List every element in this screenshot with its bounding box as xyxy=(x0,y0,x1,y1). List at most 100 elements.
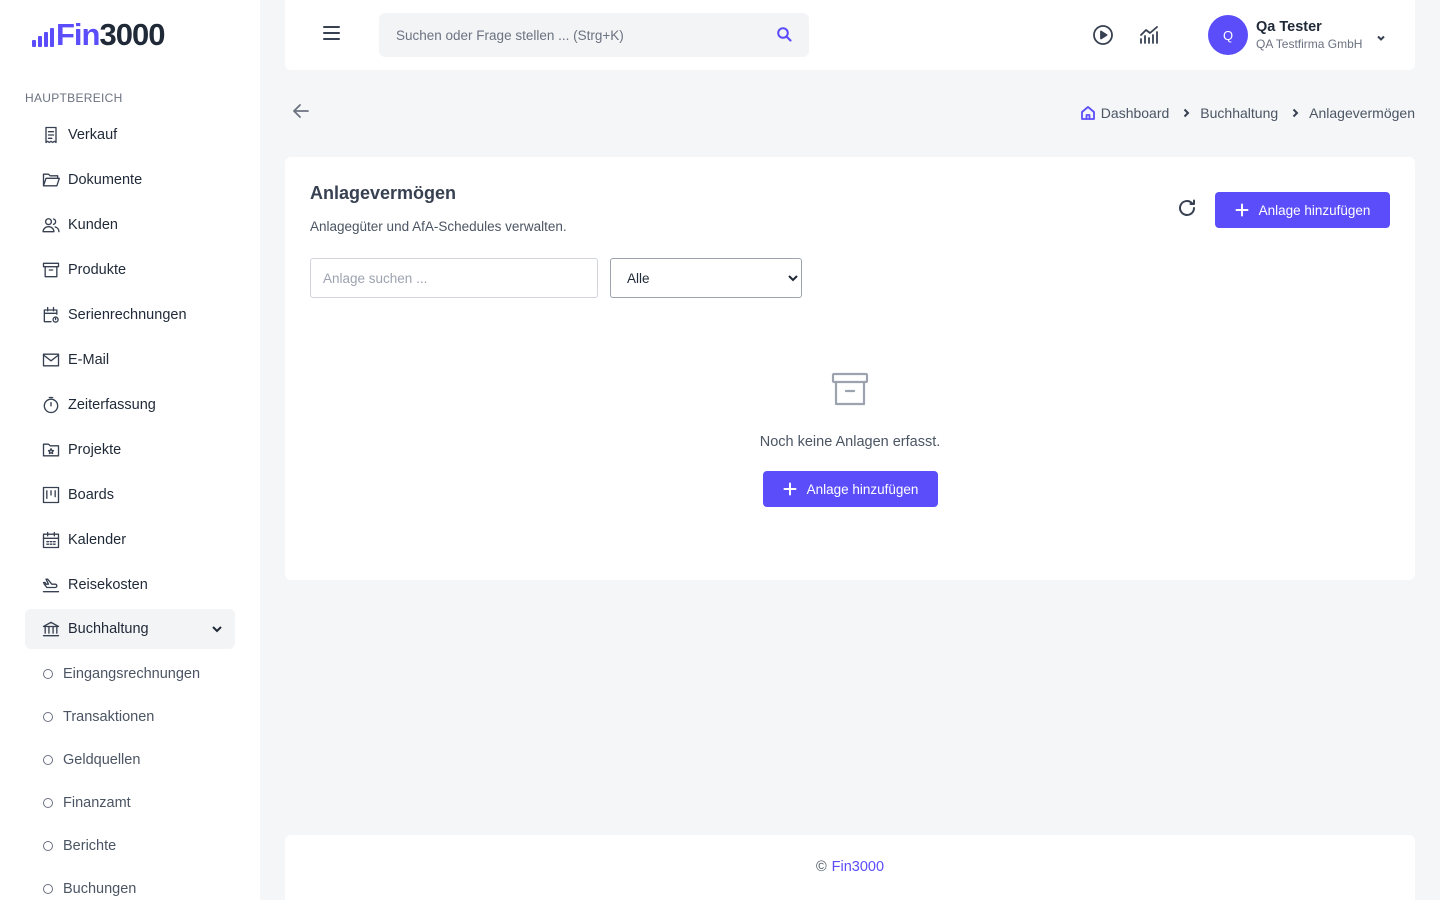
sidebar-subitem-label: Eingangsrechnungen xyxy=(63,665,201,682)
avatar: Q xyxy=(1208,15,1248,55)
global-search-input[interactable] xyxy=(379,27,759,43)
sidebar-subitem-label: Buchungen xyxy=(63,880,137,897)
sidebar-subitem-eingangsrechnungen[interactable]: Eingangsrechnungen xyxy=(25,652,235,695)
chevron-down-icon xyxy=(211,623,223,635)
add-asset-button[interactable]: Anlage hinzufügen xyxy=(1215,192,1390,228)
sidebar-item-label: Kunden xyxy=(68,216,118,233)
archive-icon xyxy=(828,368,872,412)
sidebar-item-label: E-Mail xyxy=(68,351,110,368)
sidebar-item-label: Zeiterfassung xyxy=(68,396,156,413)
top-header: Q Qa Tester QA Testfirma GmbH xyxy=(285,0,1415,70)
sidebar-item-label: Reisekosten xyxy=(68,576,148,593)
breadcrumb-buchhaltung[interactable]: Buchhaltung xyxy=(1200,105,1278,121)
sidebar-subitem-geldquellen[interactable]: Geldquellen xyxy=(25,738,235,781)
circle-icon xyxy=(43,797,53,808)
sidebar-item-buchhaltung[interactable]: Buchhaltung xyxy=(25,609,235,649)
sidebar-item-label: Serienrechnungen xyxy=(68,306,187,323)
chevron-right-icon xyxy=(1181,108,1191,118)
sidebar-subitem-berichte[interactable]: Berichte xyxy=(25,824,235,867)
sidebar-item-kunden[interactable]: Kunden xyxy=(25,202,235,247)
sidebar-subitem-label: Berichte xyxy=(63,837,117,854)
asset-filter-select[interactable]: Alle xyxy=(610,258,802,298)
kanban-icon xyxy=(40,484,62,506)
user-menu[interactable]: Q Qa Tester QA Testfirma GmbH xyxy=(1208,15,1386,55)
sidebar-item-dokumente[interactable]: Dokumente xyxy=(25,157,235,202)
global-search xyxy=(379,13,809,57)
back-arrow-icon[interactable] xyxy=(290,100,312,122)
sidebar-nav: Verkauf Dokumente Kunden Produkte Serien… xyxy=(25,112,235,900)
empty-add-asset-button-label: Anlage hinzufügen xyxy=(806,481,919,497)
sidebar-item-label: Dokumente xyxy=(68,171,143,188)
circle-icon xyxy=(43,754,53,765)
sidebar-item-label: Verkauf xyxy=(68,126,118,143)
user-company: QA Testfirma GmbH xyxy=(1256,36,1363,51)
sidebar-item-projekte[interactable]: Projekte xyxy=(25,427,235,472)
circle-icon xyxy=(43,668,53,679)
sidebar-item-label: Boards xyxy=(68,486,114,503)
sidebar-subitem-label: Geldquellen xyxy=(63,751,141,768)
breadcrumb: Dashboard Buchhaltung Anlagevermögen xyxy=(1080,105,1415,121)
app-logo[interactable]: Fin3000 xyxy=(32,17,166,52)
archive-icon xyxy=(40,259,62,281)
breadcrumb-current: Anlagevermögen xyxy=(1309,105,1415,121)
sidebar-item-produkte[interactable]: Produkte xyxy=(25,247,235,292)
sidebar-subitem-buchungen[interactable]: Buchungen xyxy=(25,867,235,900)
circle-icon xyxy=(43,840,53,851)
refresh-icon[interactable] xyxy=(1175,196,1199,220)
sidebar-item-label: Buchhaltung xyxy=(68,621,149,637)
mail-icon xyxy=(40,349,62,371)
breadcrumb-dashboard[interactable]: Dashboard xyxy=(1101,105,1170,121)
menu-toggle-icon[interactable] xyxy=(323,26,341,44)
users-icon xyxy=(40,214,62,236)
stopwatch-icon xyxy=(40,394,62,416)
logo-text: Fin3000 xyxy=(56,17,166,52)
assets-card: Anlagevermögen Anlagegüter und AfA-Sched… xyxy=(285,157,1415,580)
empty-add-asset-button[interactable]: Anlage hinzufügen xyxy=(763,471,938,507)
chevron-down-icon xyxy=(1376,30,1386,41)
sidebar-item-serienrechnungen[interactable]: Serienrechnungen xyxy=(25,292,235,337)
sidebar-item-kalender[interactable]: Kalender xyxy=(25,517,235,562)
page-subtitle: Anlagegüter und AfA-Schedules verwalten. xyxy=(310,219,567,234)
circle-icon xyxy=(43,883,53,894)
chevron-right-icon xyxy=(1290,108,1300,118)
circle-icon xyxy=(43,711,53,722)
sidebar-item-boards[interactable]: Boards xyxy=(25,472,235,517)
sidebar-item-label: Kalender xyxy=(68,531,127,548)
sidebar-item-label: Produkte xyxy=(68,261,127,278)
home-icon xyxy=(1080,105,1096,121)
logo-bars-icon xyxy=(32,26,54,50)
copyright-symbol: © xyxy=(815,859,827,875)
logo-prefix: Fin xyxy=(56,17,100,52)
sidebar-subitem-label: Finanzamt xyxy=(63,794,131,811)
calendar-icon xyxy=(40,529,62,551)
plus-icon xyxy=(1235,203,1249,217)
calendar-repeat-icon xyxy=(40,304,62,326)
sidebar-item-zeiterfassung[interactable]: Zeiterfassung xyxy=(25,382,235,427)
folder-open-icon xyxy=(40,169,62,191)
sidebar-item-email[interactable]: E-Mail xyxy=(25,337,235,382)
add-asset-button-label: Anlage hinzufügen xyxy=(1258,202,1371,218)
footer: © Fin3000 xyxy=(285,835,1415,900)
folder-star-icon xyxy=(40,439,62,461)
sidebar-item-reisekosten[interactable]: Reisekosten xyxy=(25,562,235,607)
play-circle-icon[interactable] xyxy=(1091,23,1115,47)
search-icon[interactable] xyxy=(775,25,795,45)
sidebar-subitem-transaktionen[interactable]: Transaktionen xyxy=(25,695,235,738)
page-title: Anlagevermögen xyxy=(310,183,457,203)
asset-search-input[interactable] xyxy=(310,258,598,298)
logo-rest: 3000 xyxy=(99,17,166,52)
sidebar-item-verkauf[interactable]: Verkauf xyxy=(25,112,235,157)
analytics-chart-icon[interactable] xyxy=(1137,23,1161,47)
receipt-icon xyxy=(40,124,62,146)
footer-brand-link[interactable]: Fin3000 xyxy=(832,859,884,875)
user-info: Qa Tester QA Testfirma GmbH xyxy=(1256,19,1362,51)
empty-state-text: Noch keine Anlagen erfasst. xyxy=(759,434,941,450)
sidebar-subitem-label: Transaktionen xyxy=(63,708,155,725)
sidebar-item-label: Projekte xyxy=(68,441,122,458)
sidebar-subitem-finanzamt[interactable]: Finanzamt xyxy=(25,781,235,824)
bank-icon xyxy=(40,618,62,640)
sidebar: Fin3000 HAUPTBEREICH Verkauf Dokumente K… xyxy=(0,0,260,900)
user-name: Qa Tester xyxy=(1256,19,1322,36)
plane-icon xyxy=(40,574,62,596)
plus-icon xyxy=(783,482,797,496)
